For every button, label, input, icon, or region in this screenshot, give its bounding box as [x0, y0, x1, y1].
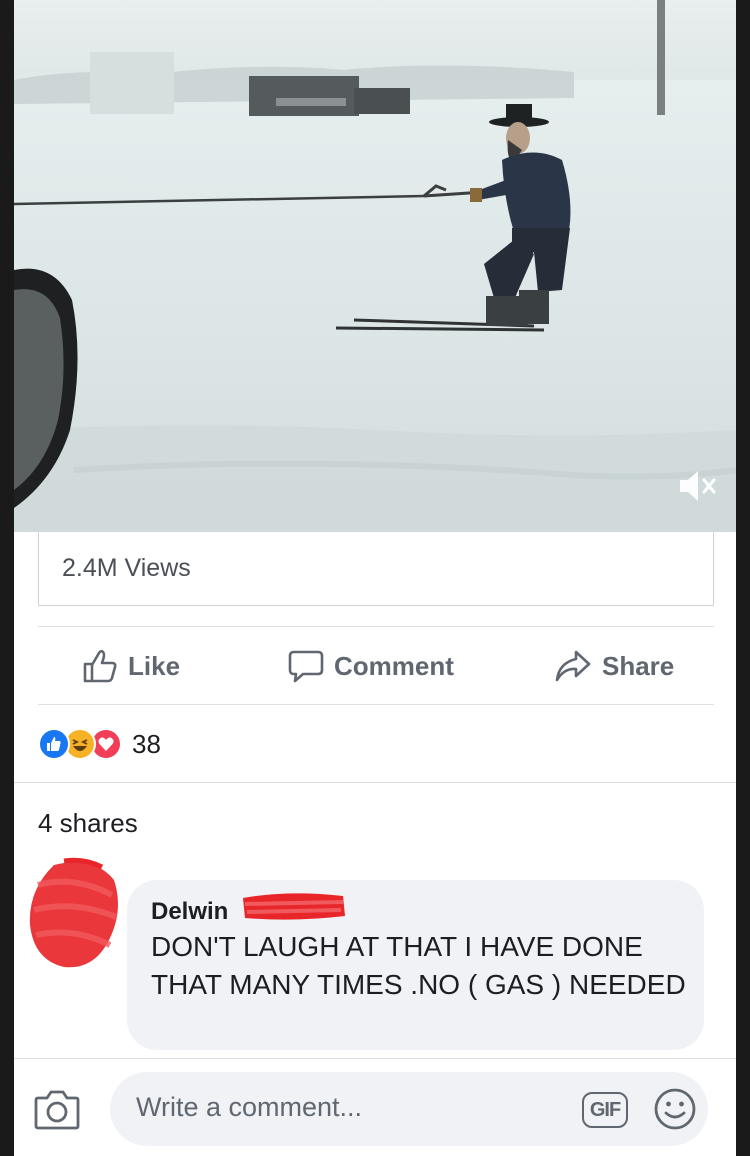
comment-input-placeholder: Write a comment... [136, 1092, 363, 1122]
comment-text: DON'T LAUGH AT THAT I HAVE DONE THAT MAN… [151, 931, 686, 1000]
reactions-summary[interactable]: 38 [38, 724, 161, 764]
divider [14, 1058, 736, 1059]
comment-label: Comment [334, 650, 454, 681]
redaction-scribble [29, 857, 118, 968]
camera-icon [34, 1090, 80, 1130]
speech-bubble-icon [288, 650, 324, 683]
shares-count[interactable]: 4 shares [38, 808, 138, 839]
video-player[interactable] [14, 0, 736, 532]
share-arrow-icon [555, 650, 591, 682]
emoji-button[interactable] [653, 1087, 697, 1131]
share-button[interactable]: Share [554, 628, 674, 704]
post-frame: 2.4M Views Like Comment Share 38 4 share… [14, 0, 736, 1156]
like-reaction-icon [38, 728, 70, 760]
camera-button[interactable] [34, 1088, 80, 1130]
like-button[interactable]: Like [82, 628, 180, 704]
comment-bubble: Delwin DON'T LAUGH AT THAT I HAVE DONE T… [127, 880, 704, 1050]
comment-author[interactable]: Delwin [151, 898, 228, 926]
comment-button[interactable]: Comment [288, 628, 454, 704]
thumbs-up-icon [83, 649, 117, 683]
video-frame-image [14, 0, 736, 532]
reaction-count: 38 [132, 728, 161, 759]
divider [38, 704, 714, 705]
author-name-redaction [243, 893, 345, 920]
post-action-bar: Like Comment Share [38, 628, 714, 704]
comment-input[interactable]: Write a comment... GIF [110, 1072, 708, 1146]
views-container: 2.4M Views [38, 532, 714, 606]
commenter-avatar[interactable] [24, 855, 124, 975]
like-label: Like [128, 650, 181, 681]
smiley-icon [654, 1088, 696, 1130]
share-label: Share [602, 650, 675, 681]
gif-button[interactable]: GIF [582, 1092, 628, 1128]
volume-muted-icon [680, 471, 716, 501]
views-count: 2.4M Views [62, 554, 191, 582]
divider [38, 626, 714, 627]
mute-button[interactable] [676, 468, 720, 504]
divider [14, 782, 736, 783]
